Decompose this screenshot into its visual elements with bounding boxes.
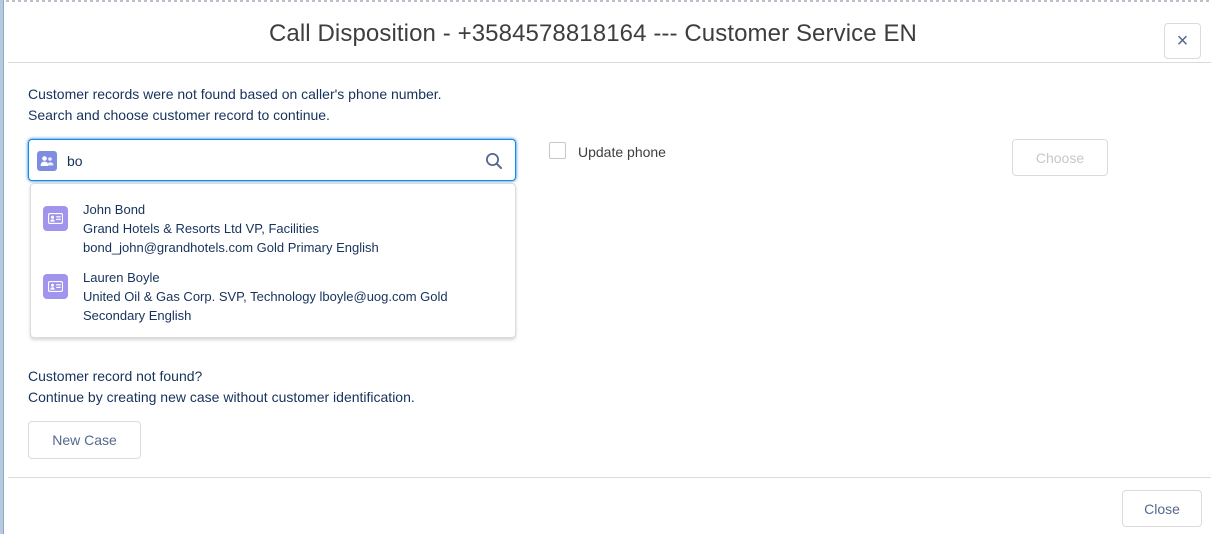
close-icon[interactable]: × <box>1164 23 1201 59</box>
result-text: John Bond Grand Hotels & Resorts Ltd VP,… <box>83 200 513 257</box>
close-button[interactable]: Close <box>1122 490 1202 527</box>
result-item-john-bond[interactable]: John Bond Grand Hotels & Resorts Ltd VP,… <box>31 184 517 257</box>
result-details: Secondary English <box>83 308 192 323</box>
result-details: United Oil & Gas Corp. SVP, Technology l… <box>83 289 448 304</box>
not-found-line-2: Continue by creating new case without cu… <box>28 389 415 405</box>
intro-text: Customer records were not found based on… <box>28 84 442 126</box>
not-found-text: Customer record not found? Continue by c… <box>28 366 415 408</box>
page: Call Disposition - +3584578818164 --- Cu… <box>0 0 1211 534</box>
choose-button[interactable]: Choose <box>1012 139 1108 176</box>
intro-line-1: Customer records were not found based on… <box>28 86 442 102</box>
modal-footer: Close <box>8 477 1211 534</box>
result-text: Lauren Boyle United Oil & Gas Corp. SVP,… <box>83 268 513 325</box>
intro-line-2: Search and choose customer record to con… <box>28 107 330 123</box>
result-name: John Bond <box>83 202 146 217</box>
result-name: Lauren Boyle <box>83 270 160 285</box>
modal-header: Call Disposition - +3584578818164 --- Cu… <box>8 2 1211 63</box>
search-icon[interactable] <box>484 151 504 171</box>
not-found-line-1: Customer record not found? <box>28 368 203 384</box>
contact-icon <box>37 151 57 171</box>
left-window-edge <box>0 0 4 534</box>
new-case-button[interactable]: New Case <box>28 421 141 459</box>
search-input-value[interactable]: bo <box>67 151 83 171</box>
contact-card-icon <box>43 206 68 231</box>
result-details: Grand Hotels & Resorts Ltd VP, Facilitie… <box>83 221 320 236</box>
result-item-lauren-boyle[interactable]: Lauren Boyle United Oil & Gas Corp. SVP,… <box>31 252 517 325</box>
contact-card-icon <box>43 274 68 299</box>
update-phone-label[interactable]: Update phone <box>578 143 666 161</box>
call-disposition-modal: Call Disposition - +3584578818164 --- Cu… <box>8 2 1211 534</box>
customer-search-input[interactable]: bo <box>28 139 516 181</box>
modal-title: Call Disposition - +3584578818164 --- Cu… <box>268 20 917 47</box>
update-phone-checkbox[interactable] <box>549 142 566 159</box>
search-results-dropdown: John Bond Grand Hotels & Resorts Ltd VP,… <box>30 183 516 338</box>
